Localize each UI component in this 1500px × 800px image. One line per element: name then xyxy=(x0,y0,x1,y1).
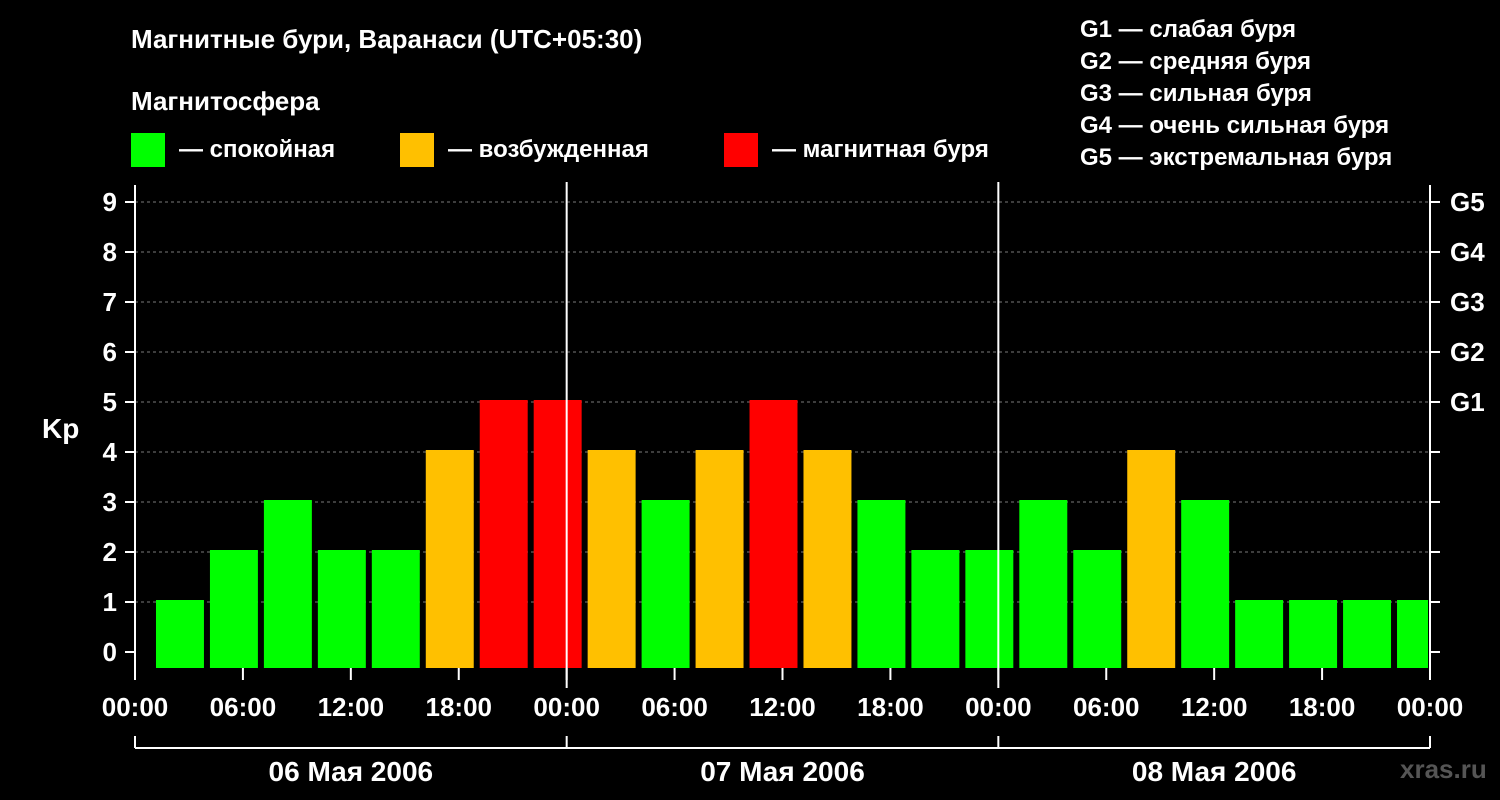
kp-bar xyxy=(1397,600,1428,668)
y-tick-label: 6 xyxy=(103,337,117,367)
kp-bar xyxy=(479,400,528,668)
y-tick-label: 3 xyxy=(103,487,117,517)
y2-tick-label: G4 xyxy=(1450,237,1485,267)
kp-bar xyxy=(695,450,744,668)
y-tick-label: 9 xyxy=(103,187,117,217)
x-tick-label: 06:00 xyxy=(1073,692,1140,722)
y-tick-label: 5 xyxy=(103,387,117,417)
y-tick-label: 8 xyxy=(103,237,117,267)
kp-bar xyxy=(533,400,582,668)
day-label: 07 Мая 2006 xyxy=(700,756,865,787)
kp-bar xyxy=(1181,500,1230,668)
kp-bar xyxy=(1289,600,1338,668)
y2-tick-label: G3 xyxy=(1450,287,1485,317)
watermark: xras.ru xyxy=(1400,754,1487,784)
kp-bar xyxy=(263,500,312,668)
y-tick-label: 1 xyxy=(103,587,117,617)
y-tick-label: 2 xyxy=(103,537,117,567)
x-tick-label: 18:00 xyxy=(857,692,924,722)
y-axis-label: Kp xyxy=(42,413,79,444)
kp-bar xyxy=(371,550,420,668)
x-tick-label: 06:00 xyxy=(641,692,708,722)
kp-bar xyxy=(965,550,1014,668)
y-tick-label: 4 xyxy=(103,437,118,467)
x-tick-label: 12:00 xyxy=(318,692,385,722)
x-tick-label: 12:00 xyxy=(749,692,816,722)
y2-tick-label: G1 xyxy=(1450,387,1485,417)
kp-bar xyxy=(803,450,852,668)
kp-bar-chart: 0 1 2 3 4 5 6 7 8 9 G1 G2 G3 G4 G5 Kp 00:00 06:00 12:00 18:… xyxy=(42,182,1485,787)
day-label: 08 Мая 2006 xyxy=(1132,756,1297,787)
kp-bar xyxy=(587,450,636,668)
y-tick-label: 7 xyxy=(103,287,117,317)
kp-bar xyxy=(857,500,906,668)
y-tick-label: 0 xyxy=(103,637,117,667)
kp-bar xyxy=(1235,600,1284,668)
kp-bar xyxy=(425,450,474,668)
x-tick-label: 00:00 xyxy=(1397,692,1464,722)
x-tick-label: 06:00 xyxy=(210,692,277,722)
x-tick-label: 18:00 xyxy=(426,692,493,722)
kp-bar xyxy=(911,550,960,668)
y2-tick-label: G5 xyxy=(1450,187,1485,217)
kp-bar xyxy=(641,500,690,668)
kp-bar xyxy=(749,400,798,668)
kp-bar xyxy=(209,550,258,668)
day-label: 06 Мая 2006 xyxy=(269,756,434,787)
kp-bar xyxy=(1343,600,1392,668)
kp-bar xyxy=(155,600,204,668)
x-tick-label: 00:00 xyxy=(533,692,600,722)
x-tick-label: 00:00 xyxy=(965,692,1032,722)
x-tick-label: 00:00 xyxy=(102,692,169,722)
kp-bar xyxy=(1127,450,1176,668)
y2-tick-label: G2 xyxy=(1450,337,1485,367)
kp-bar xyxy=(1019,500,1068,668)
x-tick-label: 18:00 xyxy=(1289,692,1356,722)
kp-bar xyxy=(317,550,366,668)
x-tick-label: 12:00 xyxy=(1181,692,1248,722)
kp-bar xyxy=(1073,550,1122,668)
